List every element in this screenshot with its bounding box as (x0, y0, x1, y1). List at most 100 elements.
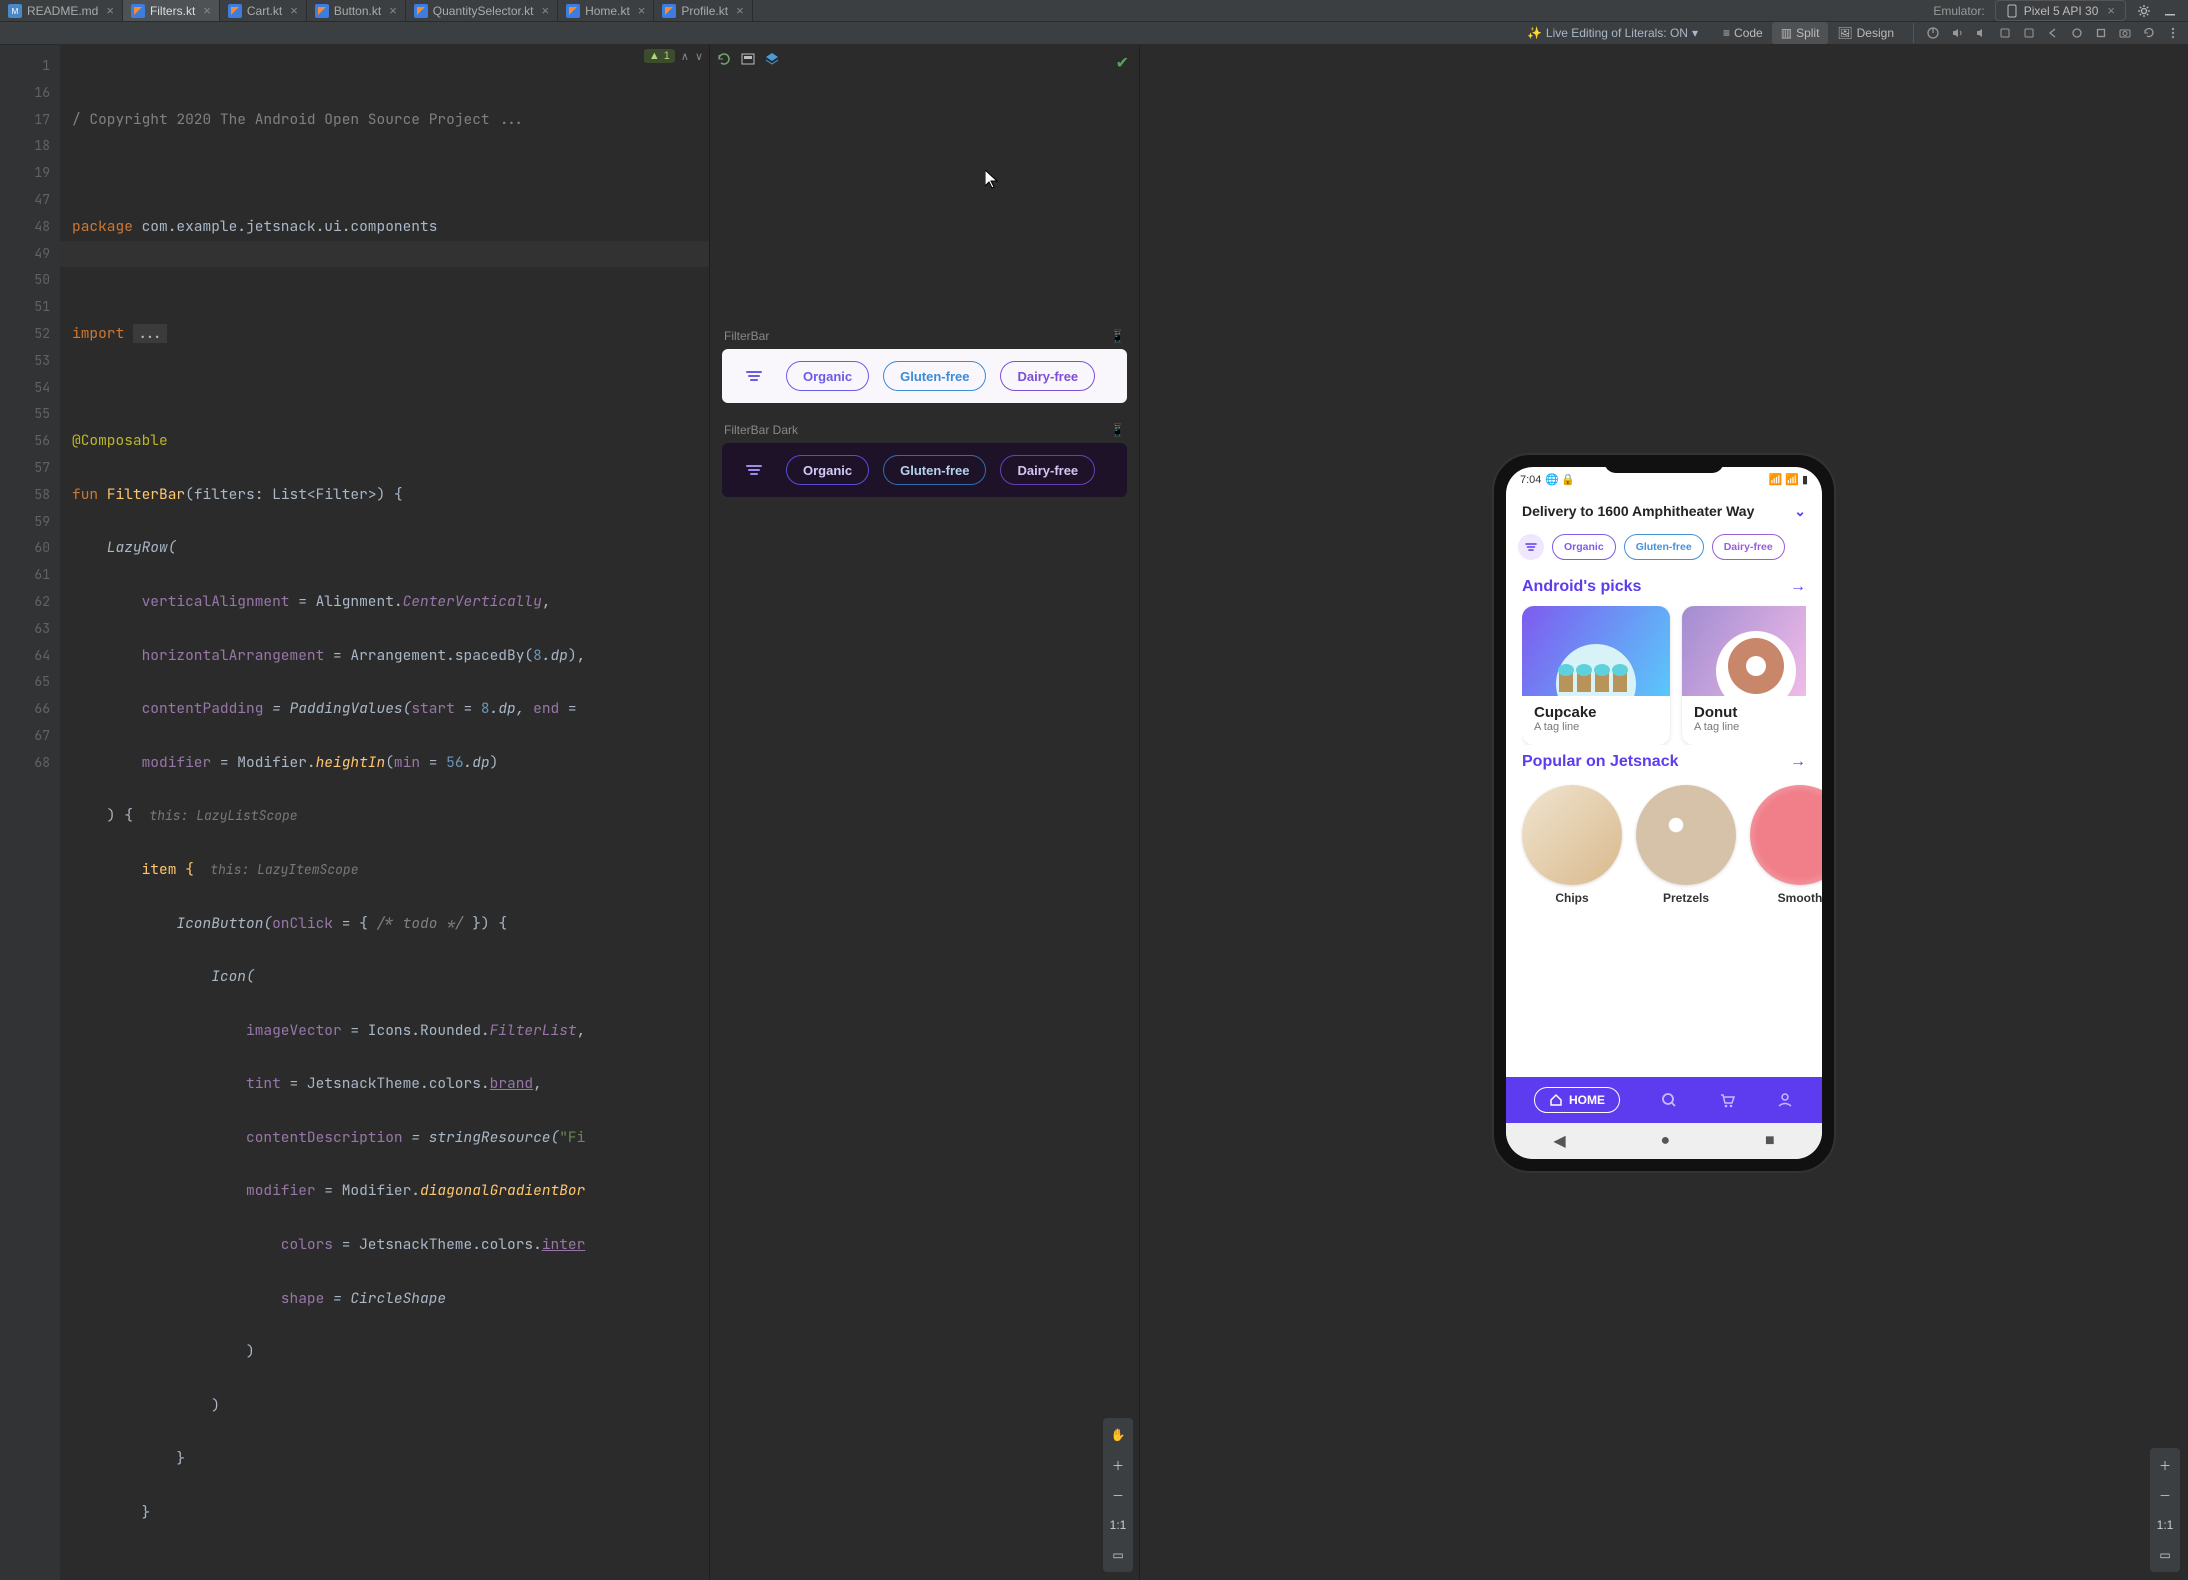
sys-overview-icon[interactable]: ■ (1765, 1132, 1775, 1150)
warnings-badge[interactable]: ▲ 1 (644, 49, 675, 63)
close-icon[interactable]: × (106, 3, 114, 18)
live-edit-label: Live Editing of Literals: ON (1546, 26, 1688, 40)
back-icon[interactable] (2046, 26, 2060, 40)
live-edit-toggle[interactable]: ✨ Live Editing of Literals: ON ▾ (1517, 26, 1708, 40)
interactive-preview-icon[interactable] (740, 51, 756, 67)
device-icon[interactable]: 📱 (1110, 329, 1125, 343)
filter-chip[interactable]: Dairy-free (1000, 361, 1095, 391)
sys-back-icon[interactable]: ◀ (1553, 1131, 1565, 1151)
camera-icon[interactable] (2118, 26, 2132, 40)
battery-icon: ▮ (1802, 473, 1808, 486)
phone-icon (2006, 4, 2018, 18)
nav-home[interactable]: HOME (1534, 1087, 1620, 1113)
home-icon[interactable] (2070, 26, 2084, 40)
close-icon[interactable]: × (542, 3, 550, 18)
filter-chip[interactable]: Gluten-free (883, 455, 986, 485)
more-icon[interactable] (2166, 26, 2180, 40)
zoom-in-icon[interactable]: ＋ (2154, 1454, 2176, 1476)
code-area[interactable]: / Copyright 2020 The Android Open Source… (60, 45, 709, 1580)
filter-chip[interactable]: Dairy-free (1712, 534, 1785, 560)
refresh-icon[interactable] (2142, 26, 2156, 40)
zoom-reset-button[interactable]: 1:1 (2154, 1514, 2176, 1536)
tab-quantity-selector[interactable]: QuantitySelector.kt × (406, 0, 558, 21)
view-design-button[interactable]: 🖼 Design (1828, 22, 1903, 44)
zoom-in-icon[interactable]: ＋ (1107, 1454, 1129, 1476)
search-icon[interactable] (1660, 1091, 1678, 1109)
zoom-fit-icon[interactable]: ▭ (2154, 1544, 2176, 1566)
sys-home-icon[interactable]: ● (1660, 1132, 1670, 1150)
filter-chip[interactable]: Dairy-free (1000, 455, 1095, 485)
code-editor[interactable]: 1161718194748495051525354555657585960616… (0, 45, 710, 1580)
zoom-out-icon[interactable]: － (2154, 1484, 2176, 1506)
zoom-fit-icon[interactable]: ▭ (1107, 1544, 1129, 1566)
popular-label: Smooth (1778, 891, 1822, 905)
warning-icon: ▲ (649, 50, 660, 62)
preview-name-dark: FilterBar Dark (724, 423, 798, 437)
profile-icon[interactable] (1776, 1091, 1794, 1109)
cart-icon[interactable] (1718, 1091, 1736, 1109)
device-name: Pixel 5 API 30 (2024, 4, 2099, 18)
filter-chip-row: Organic Gluten-free Dairy-free (1506, 530, 1822, 570)
tab-filters[interactable]: Filters.kt × (123, 0, 220, 21)
tab-label: Cart.kt (247, 4, 282, 18)
close-icon[interactable]: × (2107, 3, 2115, 18)
filter-chip[interactable]: Organic (786, 361, 869, 391)
power-icon[interactable] (1926, 26, 1940, 40)
popular-label: Pretzels (1663, 891, 1709, 905)
gear-icon[interactable] (2136, 3, 2152, 19)
arrow-right-icon[interactable]: → (1790, 753, 1806, 771)
device-screen[interactable]: 7:04 🌐 🔒 📶 📶 ▮ Delivery to 1600 Amphithe… (1506, 467, 1822, 1159)
arrow-right-icon[interactable]: → (1790, 578, 1806, 596)
delivery-header[interactable]: Delivery to 1600 Amphitheater Way ⌄ (1506, 493, 1822, 530)
system-nav-bar: ◀ ● ■ (1506, 1123, 1822, 1159)
tab-button[interactable]: Button.kt × (307, 0, 406, 21)
kotlin-file-icon (315, 4, 329, 18)
close-icon[interactable]: × (638, 3, 646, 18)
view-code-button[interactable]: ≡ Code (1714, 22, 1772, 44)
product-card[interactable]: Donut A tag line (1682, 606, 1806, 745)
filter-chip[interactable]: Gluten-free (883, 361, 986, 391)
tab-label: Button.kt (334, 4, 381, 18)
chevron-down-icon[interactable]: ∨ (695, 50, 703, 63)
filter-chip[interactable]: Organic (1552, 534, 1616, 560)
home-icon (1549, 1093, 1563, 1107)
delivery-text: Delivery to 1600 Amphitheater Way (1522, 503, 1754, 519)
view-split-button[interactable]: ▥ Split (1772, 22, 1829, 44)
layers-icon[interactable] (764, 51, 780, 67)
rotate-left-icon[interactable] (1998, 26, 2012, 40)
card-title: Donut (1694, 704, 1806, 721)
chevron-down-icon[interactable]: ⌄ (1794, 503, 1806, 520)
device-icon[interactable]: 📱 (1110, 423, 1125, 437)
popular-item[interactable]: Smooth (1750, 785, 1822, 905)
close-icon[interactable]: × (389, 3, 397, 18)
product-card[interactable]: Cupcake A tag line (1522, 606, 1670, 745)
kotlin-file-icon (566, 4, 580, 18)
minimize-icon[interactable] (2162, 3, 2178, 19)
filter-icon (736, 452, 772, 488)
tab-home[interactable]: Home.kt × (558, 0, 654, 21)
overview-icon[interactable] (2094, 26, 2108, 40)
volume-down-icon[interactable] (1974, 26, 1988, 40)
zoom-reset-button[interactable]: 1:1 (1107, 1514, 1129, 1536)
popular-label: Chips (1555, 891, 1588, 905)
device-selector[interactable]: Pixel 5 API 30 × (1995, 0, 2126, 21)
pan-icon[interactable]: ✋ (1107, 1424, 1129, 1446)
chevron-down-icon: ▾ (1692, 26, 1698, 40)
zoom-out-icon[interactable]: － (1107, 1484, 1129, 1506)
filter-chip[interactable]: Gluten-free (1624, 534, 1704, 560)
volume-up-icon[interactable] (1950, 26, 1964, 40)
tab-cart[interactable]: Cart.kt × (220, 0, 307, 21)
close-icon[interactable]: × (290, 3, 298, 18)
popular-item[interactable]: Pretzels (1636, 785, 1736, 905)
kotlin-file-icon (662, 4, 676, 18)
chevron-up-icon[interactable]: ∧ (681, 50, 689, 63)
filter-chip[interactable]: Organic (786, 455, 869, 485)
popular-item[interactable]: Chips (1522, 785, 1622, 905)
refresh-preview-icon[interactable] (716, 51, 732, 67)
close-icon[interactable]: × (203, 3, 211, 18)
rotate-right-icon[interactable] (2022, 26, 2036, 40)
filter-icon[interactable] (1518, 534, 1544, 560)
close-icon[interactable]: × (736, 3, 744, 18)
tab-readme[interactable]: M README.md × (0, 0, 123, 21)
tab-profile[interactable]: Profile.kt × (654, 0, 752, 21)
